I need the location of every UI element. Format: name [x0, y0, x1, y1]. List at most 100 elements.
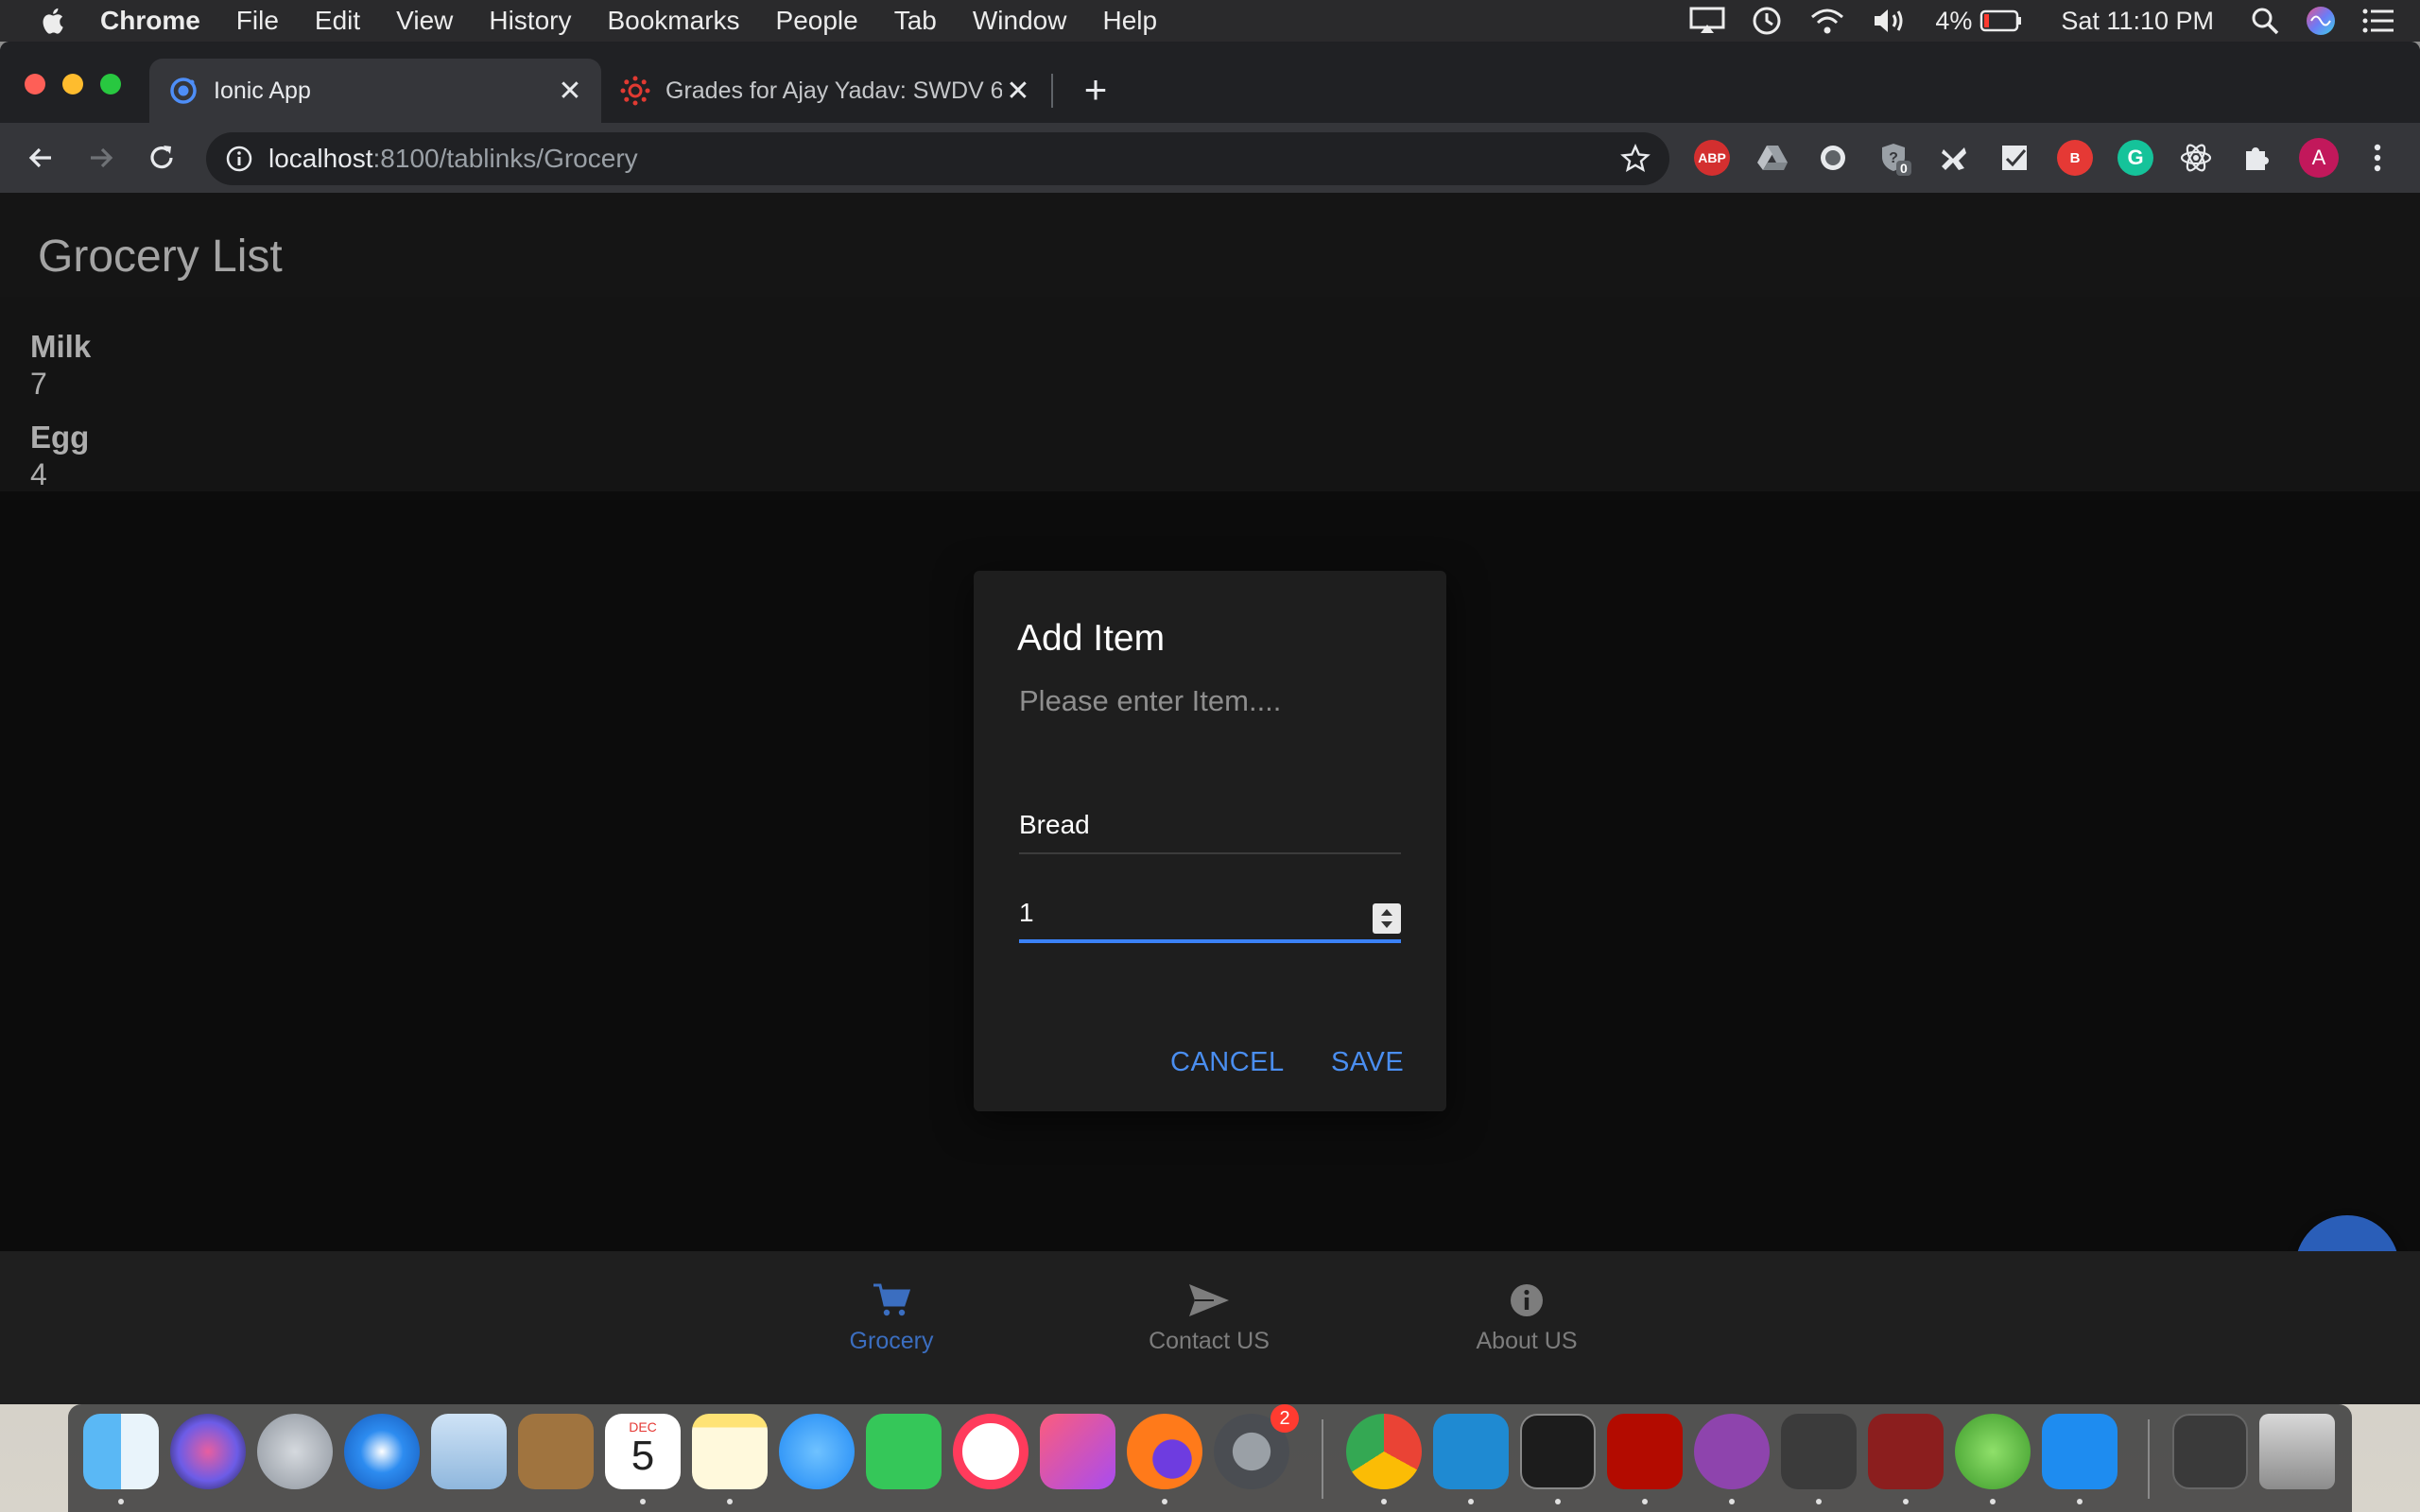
menu-bookmarks[interactable]: Bookmarks [607, 6, 739, 36]
app-page: Grocery List Milk 7 Egg 4 Grocery Contac… [0, 193, 2420, 1404]
transporter-icon[interactable] [2042, 1414, 2118, 1489]
zoom-window-button[interactable] [100, 74, 121, 94]
menu-window[interactable]: Window [973, 6, 1067, 36]
url-path: :8100/tablinks/Grocery [372, 144, 638, 173]
time-machine-icon[interactable] [1750, 4, 1784, 38]
wifi-icon[interactable] [1808, 6, 1846, 36]
record-extension-icon[interactable] [1815, 140, 1851, 176]
new-tab-button[interactable]: + [1076, 67, 1115, 112]
menu-history[interactable]: History [489, 6, 571, 36]
menu-edit[interactable]: Edit [315, 6, 360, 36]
launchpad-icon[interactable] [257, 1414, 333, 1489]
mail-icon[interactable] [431, 1414, 507, 1489]
dictionary-icon[interactable] [1868, 1414, 1944, 1489]
menu-view[interactable]: View [396, 6, 453, 36]
music-icon[interactable] [1040, 1414, 1115, 1489]
airplay-icon[interactable] [1689, 7, 1725, 35]
news-icon[interactable] [953, 1414, 1028, 1489]
minimize-window-button[interactable] [62, 74, 83, 94]
trash-icon[interactable] [2259, 1414, 2335, 1489]
recent-document-icon[interactable] [2172, 1414, 2248, 1489]
tab-close-icon[interactable]: ✕ [554, 75, 586, 107]
apple-icon[interactable] [38, 5, 70, 37]
tab-ionic-app[interactable]: Ionic App ✕ [149, 59, 601, 123]
google-drive-extension-icon[interactable] [1754, 140, 1790, 176]
tab-grocery[interactable]: Grocery [769, 1251, 1014, 1355]
terminal-icon[interactable] [1520, 1414, 1596, 1489]
react-devtools-extension-icon[interactable] [2178, 140, 2214, 176]
firefox-icon[interactable] [1127, 1414, 1202, 1489]
chrome-icon[interactable] [1346, 1414, 1422, 1489]
menu-app-name[interactable]: Chrome [100, 6, 200, 36]
sublime-text-icon[interactable] [1781, 1414, 1857, 1489]
tab-label: Grocery [849, 1328, 934, 1354]
tab-close-icon[interactable]: ✕ [1002, 75, 1034, 107]
siri-icon[interactable] [170, 1414, 246, 1489]
pin-extension-icon[interactable] [1936, 140, 1972, 176]
bookmark-star-icon[interactable] [1620, 144, 1651, 174]
running-indicator [727, 1499, 733, 1504]
adblock-plus-extension[interactable]: ABP [1694, 140, 1730, 176]
tab-label: Contact US [1149, 1328, 1270, 1354]
quantity-stepper[interactable] [1373, 903, 1401, 934]
tab-label: About US [1476, 1328, 1578, 1354]
spring-tool-suite-icon[interactable] [1955, 1414, 2031, 1489]
facetime-icon[interactable] [866, 1414, 942, 1489]
info-icon[interactable] [225, 145, 253, 173]
dock-separator [1322, 1419, 1323, 1499]
tab-contact-us[interactable]: Contact US [1086, 1251, 1332, 1355]
safari-icon[interactable] [344, 1414, 420, 1489]
menu-file[interactable]: File [236, 6, 279, 36]
running-indicator [1555, 1499, 1561, 1504]
b-extension-icon[interactable]: B [2057, 140, 2093, 176]
vscode-icon[interactable] [1433, 1414, 1509, 1489]
url-host: localhost [268, 144, 373, 173]
close-window-button[interactable] [25, 74, 45, 94]
running-indicator [1903, 1499, 1909, 1504]
save-button[interactable]: SAVE [1331, 1047, 1404, 1078]
tab-strip: Ionic App ✕ Grades for Ajay Yadav: SWDV … [0, 42, 2420, 123]
acrobat-icon[interactable] [1607, 1414, 1683, 1489]
menu-tab[interactable]: Tab [894, 6, 937, 36]
checklist-extension-icon[interactable] [1996, 140, 2032, 176]
volume-icon[interactable] [1871, 7, 1910, 35]
arrow-right-icon [91, 147, 113, 168]
menu-clock[interactable]: Sat 11:10 PM [2061, 7, 2214, 36]
running-indicator [1381, 1499, 1387, 1504]
grammarly-extension-icon[interactable]: G [2118, 140, 2153, 176]
battery-icon[interactable] [1979, 9, 2023, 33]
battery-percent: 4% [1935, 6, 1973, 35]
privacy-badger-extension-icon[interactable]: ? 0 [1876, 140, 1911, 176]
contacts-icon[interactable] [518, 1414, 594, 1489]
notification-center-icon[interactable] [2361, 8, 2395, 34]
chrome-menu-icon[interactable] [2360, 140, 2395, 176]
cart-icon [873, 1283, 911, 1316]
item-name-input[interactable] [1019, 798, 1401, 854]
reload-button[interactable] [142, 138, 182, 178]
siri-icon[interactable] [2305, 5, 2337, 37]
menu-people[interactable]: People [776, 6, 858, 36]
calendar-icon[interactable]: DEC 5 [605, 1414, 681, 1489]
github-desktop-icon[interactable] [1694, 1414, 1770, 1489]
stepper-arrows-icon [1381, 909, 1392, 928]
dialog-message: Please enter Item.... [1019, 684, 1282, 717]
running-indicator [1642, 1499, 1648, 1504]
quantity-input[interactable] [1019, 886, 1401, 943]
address-bar[interactable]: localhost:8100/tablinks/Grocery [206, 132, 1669, 185]
finder-icon[interactable] [83, 1414, 159, 1489]
running-indicator [1162, 1499, 1167, 1504]
tab-about-us[interactable]: About US [1404, 1251, 1650, 1355]
notification-badge: 2 [1270, 1404, 1299, 1433]
tab-title: Grades for Ajay Yadav: SWDV 6 [666, 77, 1002, 104]
profile-avatar[interactable]: A [2299, 138, 2339, 178]
menu-bar: Chrome File Edit View History Bookmarks … [0, 0, 2420, 42]
tab-grades[interactable]: Grades for Ajay Yadav: SWDV 6 ✕ [605, 59, 1049, 123]
forward-button[interactable] [81, 138, 121, 178]
menu-help[interactable]: Help [1102, 6, 1157, 36]
spotlight-search-icon[interactable] [2250, 6, 2280, 36]
extensions-puzzle-icon[interactable] [2238, 140, 2274, 176]
cancel-button[interactable]: CANCEL [1170, 1047, 1285, 1078]
messages-icon[interactable] [779, 1414, 855, 1489]
notes-icon[interactable] [692, 1414, 768, 1489]
back-button[interactable] [21, 138, 60, 178]
